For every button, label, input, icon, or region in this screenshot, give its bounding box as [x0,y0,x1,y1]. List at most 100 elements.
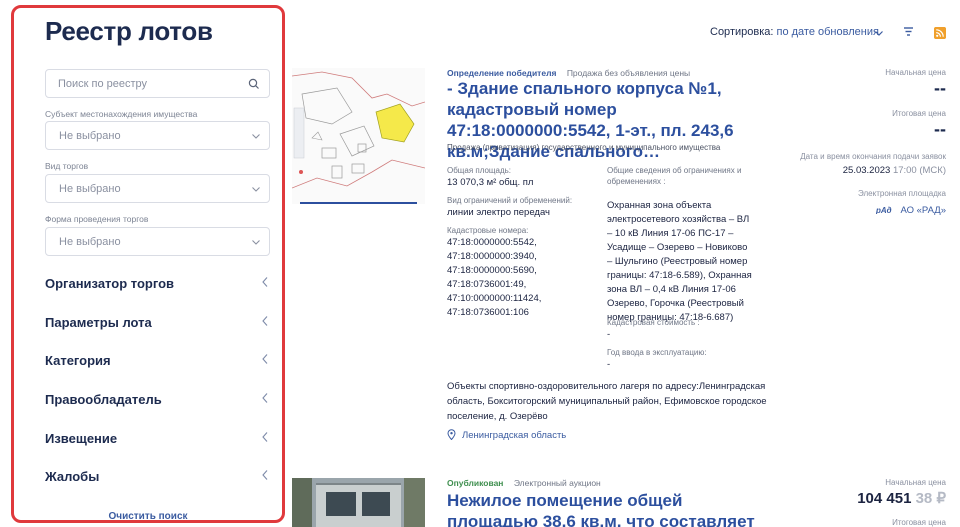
sort-label: Сортировка: [710,26,774,38]
lot-subtitle: Продажа (приватизация) государственного … [447,143,721,152]
chevron-left-icon [262,393,268,403]
chevron-down-icon [252,240,260,245]
lot-tags: Опубликован Электронный аукцион [447,478,601,488]
lot-thumbnail-map[interactable] [292,68,425,204]
start-price-label: Начальная цена [885,68,946,77]
area-value: 13 070,3 м² общ. пл [447,177,534,188]
deadline-time: 17:00 (МСК) [892,165,946,176]
auction-form-value: Не выбрано [59,236,121,248]
deadline-label: Дата и время окончания подачи заявок [800,152,946,161]
deadline-value: 25.03.2023 17:00 (МСК) [843,165,946,176]
chevron-left-icon [262,277,268,287]
cadastral-cost-label: Кадастровая стоимость : [607,318,700,327]
sort-control[interactable]: Сортировка: по дате обновления [710,26,879,38]
cadastral-number: 47:18:0000000:5690, [447,265,537,276]
section-organizer[interactable]: Организатор торгов [45,276,270,296]
lot-location[interactable]: Ленинградская область [447,429,566,441]
cadastral-number: 47:18:0000000:3940, [447,251,537,262]
start-price-label: Начальная цена [885,478,946,487]
lot-description: Объекты спортивно-оздоровительного лагер… [447,381,767,422]
section-notice[interactable]: Извещение [45,431,270,451]
platform-logo-icon: рАд [875,206,892,215]
thumbnail-gallery-indicator [300,202,417,204]
lot-tags: Определение победителя Продажа без объяв… [447,68,690,78]
auction-form-label: Форма проведения торгов [45,214,149,224]
lot-auction-type: Продажа без объявления цены [566,68,691,78]
platform-name[interactable]: АО «РАД» [900,205,946,216]
cadastral-cost-value: - [607,329,611,340]
page: Реестр лотов Поиск по реестру Субъект ме… [0,0,960,527]
lot-status: Определение победителя [447,68,557,78]
section-category[interactable]: Категория [45,353,270,373]
encumbrance-info-line: – 10 кВ Линия 17-06 ПС-17 – [607,228,734,239]
svg-text:рАд: рАд [876,206,892,214]
search-icon[interactable] [248,78,260,90]
chevron-left-icon [262,316,268,326]
encumbrance-info-line: Усадище – Озерево – Новиково [607,242,748,253]
sort-value[interactable]: по дате обновления [777,26,879,38]
cadastral-number: 47:18:0736001:106 [447,307,529,318]
chevron-down-icon [252,187,260,192]
cadastral-label: Кадастровые номера: [447,226,529,235]
chevron-left-icon [262,432,268,442]
encumbrance-info-line: Охранная зона объекта [607,200,712,211]
start-price: 104 451 38 ₽ [857,489,946,507]
lot-location-text[interactable]: Ленинградская область [462,430,566,441]
building-photo-image [292,478,425,527]
commission-year-value: - [607,359,611,370]
lot-thumbnail-photo[interactable] [292,478,425,527]
section-lot-params[interactable]: Параметры лота [45,315,270,335]
lot-status: Опубликован [447,478,504,488]
auction-kind-label: Вид торгов [45,161,89,171]
search-input[interactable]: Поиск по реестру [45,69,270,98]
cadastral-number: 47:18:0736001:49, [447,279,527,290]
search-placeholder: Поиск по реестру [58,78,148,90]
page-title: Реестр лотов [45,16,213,46]
section-lot-params-label: Параметры лота [45,315,152,330]
platform-link[interactable]: рАд АО «РАД» [875,205,946,216]
section-notice-label: Извещение [45,431,118,446]
encumbrance-type-label: Вид ограничений и обременений: [447,196,573,205]
region-select-value: Не выбрано [59,130,121,142]
deadline-date: 25.03.2023 [842,165,891,176]
chevron-down-icon [252,134,260,139]
auction-kind-select[interactable]: Не выбрано [45,174,270,203]
encumbrance-info-line: электросетевого хозяйства – ВЛ [607,214,750,225]
cadastral-map-image [292,68,425,204]
cadastral-number: 47:18:0000000:5542, [447,237,537,248]
chevron-down-icon[interactable] [874,28,884,38]
section-rightholder-label: Правообладатель [45,392,162,407]
rss-icon[interactable] [934,27,946,39]
encumbrance-type-value: линии электро передач [447,207,550,218]
final-price: -- [934,119,946,139]
auction-kind-value: Не выбрано [59,183,121,195]
area-label: Общая площадь: [447,166,512,175]
section-organizer-label: Организатор торгов [45,276,175,291]
auction-form-select[interactable]: Не выбрано [45,227,270,256]
chevron-left-icon [262,470,268,480]
encumbrance-info-line: границы: 47:18-6.589), Охранная [607,270,752,281]
start-price-kopecks: 38 ₽ [915,490,946,507]
start-price: -- [934,78,946,98]
section-complaints[interactable]: Жалобы [45,469,270,489]
filter-sidebar: Реестр лотов Поиск по реестру Субъект ме… [11,5,285,523]
start-price-value: 104 451 [857,490,912,507]
final-price-label: Итоговая цена [892,109,946,118]
lot-auction-type: Электронный аукцион [513,478,601,488]
region-select[interactable]: Не выбрано [45,121,270,150]
region-filter-label: Субъект местонахождения имущества [45,109,198,119]
commission-year-label: Год ввода в эксплуатацию: [607,348,707,357]
section-rightholder[interactable]: Правообладатель [45,392,270,412]
encumbrance-info-line: – Шульгино (Реестровый номер [607,256,748,267]
platform-label: Электронная площадка [858,189,946,198]
clear-search-button[interactable]: Очистить поиск [14,511,282,520]
encumbrance-info-line: Озерево, Горочка (Реестровый [607,298,744,309]
section-complaints-label: Жалобы [45,469,100,484]
encumbrance-info-label: Общие сведения об ограничениях и обремен… [607,166,742,186]
cadastral-number: 47:10:0000000:11424, [447,293,542,304]
section-category-label: Категория [45,353,111,368]
encumbrance-info-line: зона ВЛ – 0,4 кВ Линия 17-06 [607,284,736,295]
location-pin-icon [447,429,456,440]
lot-title-link[interactable]: Нежилое помещение общей площадью 38,6 кв… [447,490,767,527]
sort-order-icon[interactable] [903,26,914,37]
